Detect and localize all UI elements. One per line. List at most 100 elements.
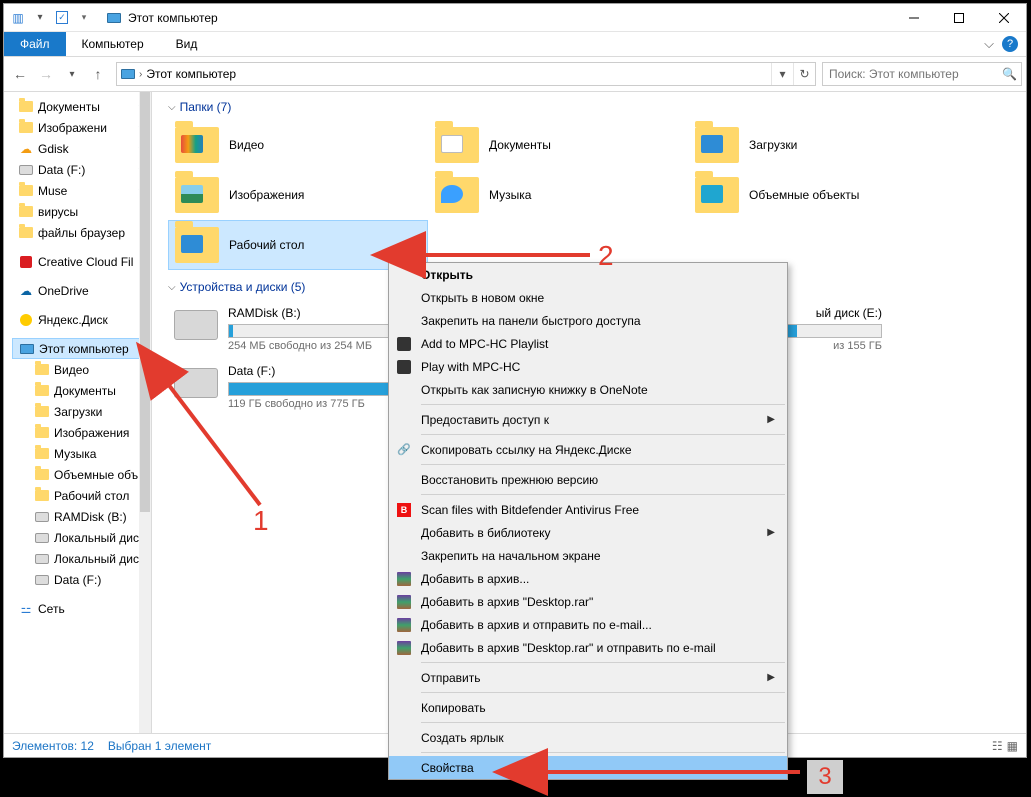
disk-icon [34, 572, 50, 588]
breadcrumb-root[interactable]: Этот компьютер [142, 67, 240, 81]
folder-item-music[interactable]: Музыка [428, 170, 688, 220]
context-item-17[interactable]: Добавить в архив "Desktop.rar" [389, 590, 787, 613]
context-item-9[interactable]: 🔗Скопировать ссылку на Яндекс.Диске [389, 438, 787, 461]
disk-icon [34, 530, 50, 546]
ribbon-file-tab[interactable]: Файл [4, 32, 66, 56]
sidebar-item-0[interactable]: Документы📌 [12, 96, 151, 117]
sidebar-item-8[interactable]: ☁OneDrive [12, 280, 151, 301]
qat-properties-icon[interactable]: ▥ [8, 8, 28, 28]
context-item-7[interactable]: Предоставить доступ к▶ [389, 408, 787, 431]
sidebar-item-1[interactable]: Изображени📌 [12, 117, 151, 138]
window-controls [891, 4, 1026, 32]
folder-item-3d[interactable]: Объемные объекты [688, 170, 948, 220]
sidebar-item-9[interactable]: Яндекс.Диск [12, 309, 151, 330]
drive-icon [174, 310, 218, 340]
context-item-14[interactable]: Добавить в библиотеку▶ [389, 521, 787, 544]
folder-item-video[interactable]: Видео [168, 120, 428, 170]
history-dropdown-icon[interactable]: ▾ [60, 62, 84, 86]
window-title: Этот компьютер [106, 10, 218, 26]
folders-section-header[interactable]: ⌵ Папки (7) [168, 100, 1014, 114]
qat-caret-icon[interactable]: ▾ [30, 8, 50, 28]
context-item-label: Отправить [421, 671, 481, 685]
sidebar-item-11[interactable]: Видео [12, 359, 151, 380]
sidebar-item-13[interactable]: Загрузки [12, 401, 151, 422]
sidebar-item-20[interactable]: Локальный дис [12, 548, 151, 569]
refresh-button[interactable]: ↻ [793, 63, 815, 85]
minimize-button[interactable] [891, 4, 936, 32]
ribbon-expand-icon[interactable]: ⌵ [984, 36, 994, 52]
folder-item-img[interactable]: Изображения [168, 170, 428, 220]
up-button[interactable]: ↑ [86, 62, 110, 86]
sidebar-item-label: Музыка [54, 447, 96, 461]
annotation-number-1: 1 [253, 505, 269, 537]
context-item-4[interactable]: Play with MPC-HC [389, 355, 787, 378]
folder-sys-icon [34, 383, 50, 399]
sidebar-item-6[interactable]: файлы браузер [12, 222, 151, 243]
sidebar-item-17[interactable]: Рабочий стол [12, 485, 151, 506]
context-item-19[interactable]: Добавить в архив "Desktop.rar" и отправи… [389, 636, 787, 659]
folder-label: Документы [489, 138, 551, 152]
sidebar-scrollbar[interactable] [139, 92, 151, 733]
address-dropdown-icon[interactable]: ▾ [771, 63, 793, 85]
sidebar-item-label: Документы [38, 100, 100, 114]
context-item-18[interactable]: Добавить в архив и отправить по e-mail..… [389, 613, 787, 636]
folder-icon [435, 177, 479, 213]
folder-label: Объемные объекты [749, 188, 859, 202]
folder-item-dl[interactable]: Загрузки [688, 120, 948, 170]
forward-button[interactable]: → [34, 62, 58, 86]
sidebar-item-7[interactable]: Creative Cloud Fil [12, 251, 151, 272]
sidebar-item-2[interactable]: ☁Gdisk📌 [12, 138, 151, 159]
sidebar-item-4[interactable]: Muse📌 [12, 180, 151, 201]
context-item-25[interactable]: Создать ярлык [389, 726, 787, 749]
large-icons-view-icon[interactable]: ▦ [1007, 739, 1018, 753]
context-item-15[interactable]: Закрепить на начальном экране [389, 544, 787, 567]
help-icon[interactable]: ? [1002, 36, 1018, 52]
context-item-23[interactable]: Копировать [389, 696, 787, 719]
context-item-1[interactable]: Открыть в новом окне [389, 286, 787, 309]
search-input[interactable] [827, 66, 1002, 82]
back-button[interactable]: ← [8, 62, 32, 86]
folder-icon [18, 183, 34, 199]
sidebar-item-21[interactable]: Data (F:) [12, 569, 151, 590]
sidebar-item-3[interactable]: Data (F:)📌 [12, 159, 151, 180]
sidebar-item-15[interactable]: Музыка [12, 443, 151, 464]
folder-sys-icon [34, 425, 50, 441]
context-item-16[interactable]: Добавить в архив... [389, 567, 787, 590]
context-item-0[interactable]: Открыть [389, 263, 787, 286]
context-item-5[interactable]: Открыть как записную книжку в OneNote [389, 378, 787, 401]
sidebar-item-12[interactable]: Документы [12, 380, 151, 401]
sidebar-scroll-thumb[interactable] [140, 92, 150, 512]
sidebar-item-14[interactable]: Изображения [12, 422, 151, 443]
maximize-button[interactable] [936, 4, 981, 32]
folder-sys-icon [34, 488, 50, 504]
sidebar-item-16[interactable]: Объемные объ [12, 464, 151, 485]
sidebar-item-18[interactable]: RAMDisk (B:) [12, 506, 151, 527]
search-icon[interactable]: 🔍 [1002, 67, 1017, 81]
sidebar-item-10[interactable]: Этот компьютер [12, 338, 151, 359]
context-item-3[interactable]: Add to MPC-HC Playlist [389, 332, 787, 355]
sidebar: Документы📌Изображени📌☁Gdisk📌Data (F:)📌Mu… [4, 92, 152, 733]
ribbon-view-tab[interactable]: Вид [160, 32, 214, 56]
sidebar-item-22[interactable]: ⚍Сеть [12, 598, 151, 619]
mpc-icon [396, 359, 412, 375]
ribbon-computer-tab[interactable]: Компьютер [66, 32, 160, 56]
qat-checkbox-icon[interactable]: ✓ [52, 8, 72, 28]
context-item-11[interactable]: Восстановить прежнюю версию [389, 468, 787, 491]
folder-sys-icon [34, 404, 50, 420]
context-item-13[interactable]: BScan files with Bitdefender Antivirus F… [389, 498, 787, 521]
address-bar[interactable]: › Этот компьютер ▾ ↻ [116, 62, 816, 86]
search-box[interactable]: 🔍 [822, 62, 1022, 86]
sidebar-item-19[interactable]: Локальный дис [12, 527, 151, 548]
folder-item-doc[interactable]: Документы [428, 120, 688, 170]
context-item-label: Свойства [421, 761, 474, 775]
details-view-icon[interactable]: ☷ [992, 739, 1003, 753]
context-item-2[interactable]: Закрепить на панели быстрого доступа [389, 309, 787, 332]
qat-overflow-icon[interactable]: ▾ [74, 8, 94, 28]
close-button[interactable] [981, 4, 1026, 32]
chevron-down-icon: ⌵ [168, 102, 176, 113]
context-item-27[interactable]: Свойства [389, 756, 787, 779]
sidebar-item-5[interactable]: вирусы [12, 201, 151, 222]
context-item-21[interactable]: Отправить▶ [389, 666, 787, 689]
context-separator [421, 722, 785, 723]
rar-icon [396, 640, 412, 656]
